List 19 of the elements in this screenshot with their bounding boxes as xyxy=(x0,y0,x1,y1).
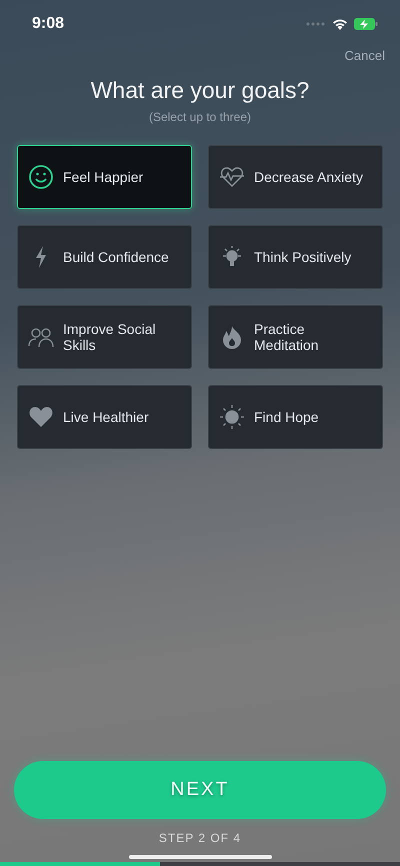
goal-option[interactable]: Find Hope xyxy=(208,385,383,449)
goal-option[interactable]: Decrease Anxiety xyxy=(208,145,383,209)
step-indicator: STEP 2 OF 4 xyxy=(158,831,242,845)
goal-option[interactable]: Live Healthier xyxy=(17,385,192,449)
wifi-icon xyxy=(332,18,348,30)
signal-icon xyxy=(306,22,326,26)
cancel-button[interactable]: Cancel xyxy=(344,48,385,63)
smiley-icon xyxy=(28,164,54,190)
sun-icon xyxy=(219,404,245,430)
page-title: What are your goals? xyxy=(90,77,310,104)
status-time: 9:08 xyxy=(32,15,64,33)
heart-icon xyxy=(28,404,54,430)
goal-option[interactable]: Feel Happier xyxy=(17,145,192,209)
goal-option[interactable]: Think Positively xyxy=(208,225,383,289)
goal-option[interactable]: Build Confidence xyxy=(17,225,192,289)
battery-charging-icon xyxy=(354,18,378,30)
page-subtitle: (Select up to three) xyxy=(148,110,252,124)
goal-option[interactable]: Improve Social Skills xyxy=(17,305,192,369)
goal-option[interactable]: Practice Meditation xyxy=(208,305,383,369)
